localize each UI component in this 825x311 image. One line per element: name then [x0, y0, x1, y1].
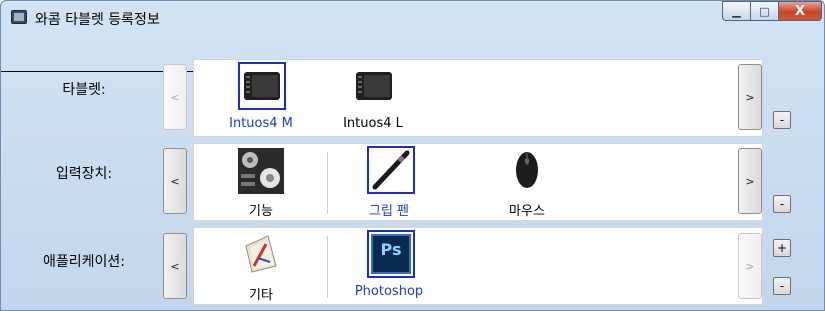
- input-device-list: 기능 그립 펜 마우스: [193, 143, 763, 221]
- input-item-functions[interactable]: 기능: [216, 144, 306, 220]
- app-item-all[interactable]: 기타: [216, 228, 306, 304]
- tablet-list: Intuos4 M Intuos4 L: [193, 59, 763, 137]
- minimize-button[interactable]: ▁: [722, 1, 750, 21]
- divider: [327, 236, 328, 298]
- tablet-prev-button[interactable]: <: [163, 64, 187, 130]
- app-item-label: 기타: [249, 288, 273, 303]
- title-bar[interactable]: 와콤 타블렛 등록정보 ▁ □ X: [1, 1, 825, 35]
- tablet-item-label: Intuos4 M: [229, 116, 293, 131]
- input-item-label: 마우스: [509, 204, 545, 219]
- caption-buttons: ▁ □ X: [722, 1, 822, 23]
- all-apps-icon: [245, 235, 277, 273]
- application-add-button[interactable]: +: [773, 239, 791, 257]
- application-next-button[interactable]: >: [738, 233, 762, 299]
- divider: [327, 152, 328, 214]
- tablet-next-button[interactable]: >: [738, 64, 762, 130]
- tablet-remove-button[interactable]: -: [773, 111, 791, 129]
- pen-icon: [372, 150, 410, 190]
- input-item-label: 그립 펜: [368, 204, 409, 219]
- app-icon: [11, 10, 27, 24]
- application-row-label: 애플리케이션:: [43, 254, 125, 270]
- input-device-remove-button[interactable]: -: [773, 195, 791, 213]
- app-item-photoshop[interactable]: Ps Photoshop: [344, 228, 434, 304]
- input-device-prev-button[interactable]: <: [163, 148, 187, 214]
- input-device-row-label: 입력장치:: [55, 166, 113, 182]
- application-prev-button[interactable]: <: [163, 233, 187, 299]
- tablet-row-label: 타블렛:: [62, 82, 106, 98]
- input-item-mouse[interactable]: 마우스: [482, 144, 572, 220]
- photoshop-icon: Ps: [371, 234, 411, 274]
- tablet-item-intuos4-m[interactable]: Intuos4 M: [216, 60, 306, 136]
- window-title: 와콤 타블렛 등록정보: [35, 12, 160, 28]
- app-item-label: Photoshop: [354, 284, 424, 299]
- properties-window: 와콤 타블렛 등록정보 ▁ □ X 타블렛: < Intuos4 M Intuo…: [0, 0, 825, 311]
- application-remove-button[interactable]: -: [773, 277, 791, 295]
- maximize-button[interactable]: □: [750, 1, 778, 21]
- input-device-next-button[interactable]: >: [738, 148, 762, 214]
- tablet-item-label: Intuos4 L: [343, 116, 403, 131]
- tablet-icon: [356, 72, 392, 100]
- close-button[interactable]: X: [778, 1, 822, 21]
- tablet-icon: [244, 72, 280, 100]
- functions-icon: [238, 148, 284, 194]
- input-item-grip-pen[interactable]: 그립 펜: [344, 144, 434, 220]
- mouse-icon: [516, 152, 538, 188]
- application-list: 기타 Ps Photoshop: [193, 227, 763, 305]
- input-item-label: 기능: [249, 204, 273, 219]
- tablet-item-intuos4-l[interactable]: Intuos4 L: [328, 60, 418, 136]
